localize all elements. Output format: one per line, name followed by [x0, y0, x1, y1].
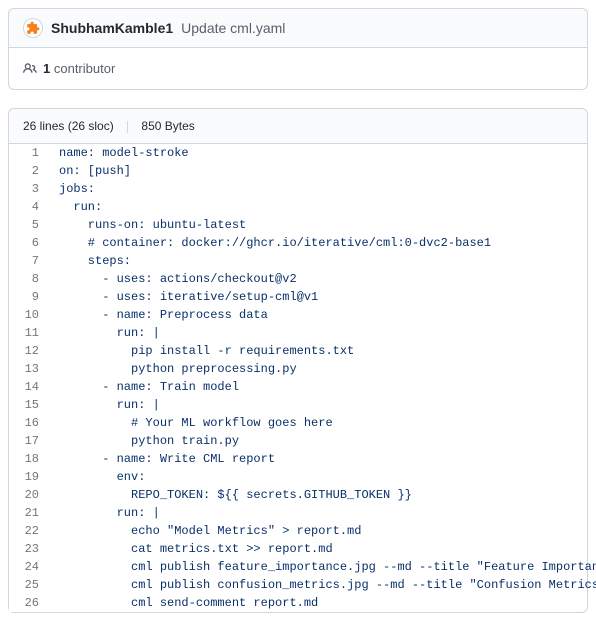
commit-bar: ShubhamKamble1 Update cml.yaml [8, 8, 588, 48]
commit-author-link[interactable]: ShubhamKamble1 [51, 20, 173, 36]
code-line: cat metrics.txt >> report.md [49, 540, 596, 558]
code-line: - uses: iterative/setup-cml@v1 [49, 288, 596, 306]
line-number[interactable]: 17 [9, 432, 49, 450]
code-row: 20 REPO_TOKEN: ${{ secrets.GITHUB_TOKEN … [9, 486, 596, 504]
code-line: python train.py [49, 432, 596, 450]
code-row: 1name: model-stroke [9, 144, 596, 162]
code-row: 22 echo "Model Metrics" > report.md [9, 522, 596, 540]
code-line: on: [push] [49, 162, 596, 180]
code-line: env: [49, 468, 596, 486]
line-number[interactable]: 7 [9, 252, 49, 270]
line-number[interactable]: 18 [9, 450, 49, 468]
code-row: 6 # container: docker://ghcr.io/iterativ… [9, 234, 596, 252]
meta-divider [127, 121, 128, 133]
code-line: python preprocessing.py [49, 360, 596, 378]
commit-message[interactable]: Update cml.yaml [181, 20, 285, 36]
code-line: runs-on: ubuntu-latest [49, 216, 596, 234]
line-number[interactable]: 19 [9, 468, 49, 486]
code-row: 17 python train.py [9, 432, 596, 450]
line-number[interactable]: 2 [9, 162, 49, 180]
line-number[interactable]: 9 [9, 288, 49, 306]
code-line: run: [49, 198, 596, 216]
code-row: 7 steps: [9, 252, 596, 270]
line-number[interactable]: 5 [9, 216, 49, 234]
code-row: 5 runs-on: ubuntu-latest [9, 216, 596, 234]
file-meta-bar: 26 lines (26 sloc) 850 Bytes [9, 109, 587, 144]
code-row: 3jobs: [9, 180, 596, 198]
code-row: 25 cml publish confusion_metrics.jpg --m… [9, 576, 596, 594]
code-row: 16 # Your ML workflow goes here [9, 414, 596, 432]
code-line: echo "Model Metrics" > report.md [49, 522, 596, 540]
file-size-text: 850 Bytes [141, 119, 194, 133]
line-number[interactable]: 12 [9, 342, 49, 360]
line-number[interactable]: 21 [9, 504, 49, 522]
code-row: 18 - name: Write CML report [9, 450, 596, 468]
line-number[interactable]: 24 [9, 558, 49, 576]
code-row: 11 run: | [9, 324, 596, 342]
code-line: cml publish feature_importance.jpg --md … [49, 558, 596, 576]
code-table: 1name: model-stroke2on: [push]3jobs:4 ru… [9, 144, 596, 612]
code-row: 13 python preprocessing.py [9, 360, 596, 378]
code-line: REPO_TOKEN: ${{ secrets.GITHUB_TOKEN }} [49, 486, 596, 504]
line-number[interactable]: 22 [9, 522, 49, 540]
code-line: # Your ML workflow goes here [49, 414, 596, 432]
file-box: 26 lines (26 sloc) 850 Bytes 1name: mode… [8, 108, 588, 613]
line-number[interactable]: 15 [9, 396, 49, 414]
code-line: name: model-stroke [49, 144, 596, 162]
people-icon [23, 61, 37, 76]
line-number[interactable]: 4 [9, 198, 49, 216]
code-line: pip install -r requirements.txt [49, 342, 596, 360]
code-line: cml publish confusion_metrics.jpg --md -… [49, 576, 596, 594]
avatar[interactable] [23, 18, 43, 38]
line-number[interactable]: 13 [9, 360, 49, 378]
code-row: 15 run: | [9, 396, 596, 414]
code-line: run: | [49, 504, 596, 522]
line-number[interactable]: 3 [9, 180, 49, 198]
line-number[interactable]: 25 [9, 576, 49, 594]
code-row: 8 - uses: actions/checkout@v2 [9, 270, 596, 288]
code-line: # container: docker://ghcr.io/iterative/… [49, 234, 596, 252]
puzzle-icon [26, 21, 40, 35]
code-row: 19 env: [9, 468, 596, 486]
line-number[interactable]: 16 [9, 414, 49, 432]
code-row: 12 pip install -r requirements.txt [9, 342, 596, 360]
code-line: steps: [49, 252, 596, 270]
line-number[interactable]: 11 [9, 324, 49, 342]
code-row: 14 - name: Train model [9, 378, 596, 396]
line-number[interactable]: 6 [9, 234, 49, 252]
contributors-text: 1 contributor [43, 61, 115, 76]
line-number[interactable]: 26 [9, 594, 49, 612]
code-line: - uses: actions/checkout@v2 [49, 270, 596, 288]
code-row: 9 - uses: iterative/setup-cml@v1 [9, 288, 596, 306]
code-row: 26 cml send-comment report.md [9, 594, 596, 612]
code-line: - name: Train model [49, 378, 596, 396]
line-number[interactable]: 1 [9, 144, 49, 162]
code-line: jobs: [49, 180, 596, 198]
code-row: 24 cml publish feature_importance.jpg --… [9, 558, 596, 576]
code-row: 23 cat metrics.txt >> report.md [9, 540, 596, 558]
code-line: run: | [49, 396, 596, 414]
line-number[interactable]: 23 [9, 540, 49, 558]
line-number[interactable]: 14 [9, 378, 49, 396]
lines-sloc-text: 26 lines (26 sloc) [23, 119, 114, 133]
code-line: - name: Write CML report [49, 450, 596, 468]
code-row: 4 run: [9, 198, 596, 216]
code-line: - name: Preprocess data [49, 306, 596, 324]
line-number[interactable]: 20 [9, 486, 49, 504]
code-row: 10 - name: Preprocess data [9, 306, 596, 324]
code-row: 21 run: | [9, 504, 596, 522]
code-line: cml send-comment report.md [49, 594, 596, 612]
code-line: run: | [49, 324, 596, 342]
contributors-row[interactable]: 1 contributor [8, 48, 588, 90]
line-number[interactable]: 8 [9, 270, 49, 288]
line-number[interactable]: 10 [9, 306, 49, 324]
code-row: 2on: [push] [9, 162, 596, 180]
